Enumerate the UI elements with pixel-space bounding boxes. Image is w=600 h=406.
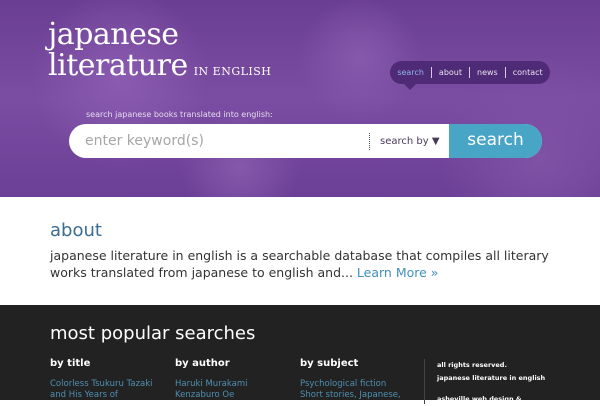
main-nav: search about news contact	[390, 61, 550, 90]
legal-info: all rights reserved. japanese literature…	[424, 359, 545, 404]
nav-about[interactable]: about	[432, 68, 469, 77]
header-banner: japanese literature IN ENGLISH search abo…	[0, 0, 600, 197]
search-bar: search by ▼ search	[69, 124, 542, 158]
logo-line-1: japanese	[48, 17, 179, 52]
popular-link[interactable]: Colorless Tsukuru Tazaki	[50, 379, 170, 390]
about-text: japanese literature in english is a sear…	[50, 247, 560, 281]
search-button[interactable]: search	[449, 124, 542, 158]
footer: most popular searches by title Colorless…	[0, 305, 600, 404]
legal-line: all rights reserved.	[437, 361, 507, 369]
search-tagline: search japanese books translated into en…	[86, 110, 273, 119]
popular-link[interactable]: Kenzaburo Oe	[175, 390, 295, 401]
legal-line: japanese literature in english	[437, 374, 546, 382]
popular-link[interactable]: Haruki Murakami	[175, 379, 295, 390]
popular-link[interactable]: Psychological fiction	[300, 379, 420, 390]
nav-news[interactable]: news	[470, 68, 505, 77]
by-subject-column: by subject Psychological fiction Short s…	[300, 358, 420, 401]
about-body: japanese literature in english is a sear…	[50, 248, 549, 280]
logo-line-2: literature	[48, 48, 188, 83]
column-heading: by title	[50, 358, 91, 369]
column-heading: by author	[175, 358, 230, 369]
by-title-column: by title Colorless Tsukuru Tazaki and Hi…	[50, 358, 170, 401]
column-heading: by subject	[300, 358, 359, 369]
keyword-input[interactable]	[85, 124, 365, 158]
popular-searches-title: most popular searches	[50, 323, 256, 344]
search-by-dropdown[interactable]: search by ▼	[369, 133, 440, 150]
popular-link[interactable]: and His Years of	[50, 390, 170, 401]
learn-more-link[interactable]: Learn More »	[357, 265, 439, 280]
site-logo[interactable]: japanese literature IN ENGLISH	[48, 20, 271, 88]
nav-search[interactable]: search	[390, 68, 431, 77]
nav-contact[interactable]: contact	[506, 68, 550, 77]
about-title: about	[50, 220, 102, 241]
by-author-column: by author Haruki Murakami Kenzaburo Oe	[175, 358, 295, 401]
about-section: about japanese literature in english is …	[50, 220, 560, 281]
logo-line-3: IN ENGLISH	[193, 65, 272, 78]
popular-link[interactable]: Short stories, Japanese,	[300, 390, 420, 401]
